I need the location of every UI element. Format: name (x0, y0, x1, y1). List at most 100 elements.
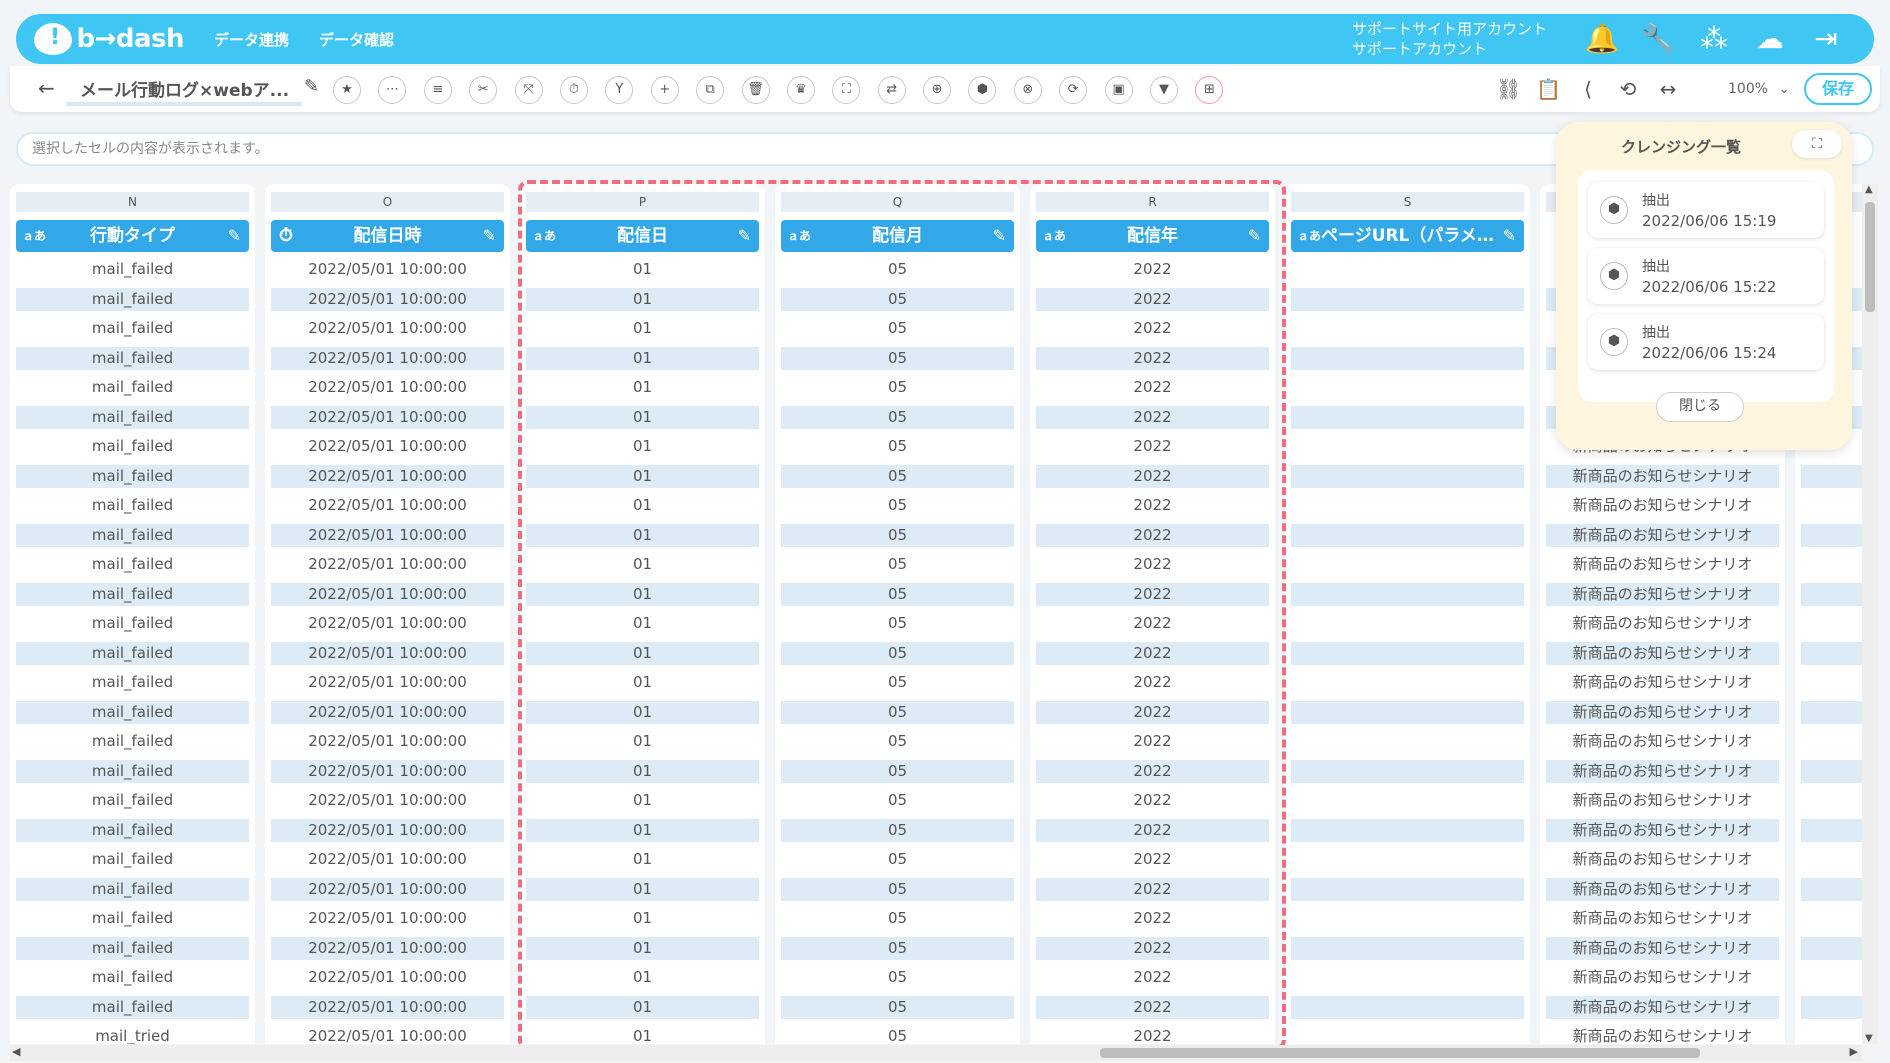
table-cell[interactable]: 05 (781, 700, 1014, 724)
table-cell[interactable]: 新商 (1801, 818, 1862, 842)
table-cell[interactable]: 05 (781, 612, 1014, 635)
table-cell[interactable]: 01 (526, 818, 759, 842)
edit-column-pencil-icon[interactable]: ✎ (1248, 220, 1261, 252)
table-cell[interactable]: 05 (781, 1025, 1014, 1044)
table-cell[interactable]: 01 (526, 346, 759, 370)
table-cell[interactable]: 新商 (1801, 523, 1862, 547)
table-cell[interactable]: 新商 (1801, 759, 1862, 783)
column-letter[interactable]: R (1036, 192, 1269, 212)
table-cell[interactable]: 新商 (1801, 789, 1862, 812)
table-cell[interactable]: 05 (781, 287, 1014, 311)
table-cell[interactable]: 01 (526, 995, 759, 1019)
column-header[interactable]: ⏱ 配信日時 ✎ (271, 220, 504, 252)
table-cell[interactable]: 2022/05/01 10:00:00 (271, 494, 504, 517)
table-cell[interactable] (1291, 700, 1524, 724)
table-cell[interactable]: 05 (781, 258, 1014, 281)
save-button[interactable]: 保存 (1804, 73, 1872, 105)
table-cell[interactable]: 新商品のお知らせシナリオ (1546, 523, 1779, 547)
frame-icon[interactable]: ▣ (1104, 76, 1133, 104)
table-cell[interactable] (1291, 848, 1524, 871)
back-arrow-icon[interactable]: ← (38, 76, 55, 100)
table-cell[interactable] (1291, 612, 1524, 635)
table-cell[interactable] (1291, 641, 1524, 665)
table-cell[interactable]: mail_failed (16, 966, 249, 989)
table-cell[interactable]: 01 (526, 700, 759, 724)
table-cell[interactable] (1291, 553, 1524, 576)
table-cell[interactable]: 新商 (1801, 848, 1862, 871)
table-cell[interactable]: 新商品のお知らせシナリオ (1546, 582, 1779, 606)
table-cell[interactable]: 2022/05/01 10:00:00 (271, 848, 504, 871)
table-cell[interactable]: mail_failed (16, 730, 249, 753)
zoom-select[interactable]: 100% ⌄ (1690, 74, 1800, 104)
table-cell[interactable]: 05 (781, 818, 1014, 842)
table-cell[interactable]: 新商 (1801, 907, 1862, 930)
more-icon[interactable]: ⋯ (378, 76, 407, 104)
table-cell[interactable]: mail_failed (16, 789, 249, 812)
table-cell[interactable]: 2022/05/01 10:00:00 (271, 759, 504, 783)
table-cell[interactable]: 2022/05/01 10:00:00 (271, 376, 504, 399)
table-cell[interactable]: 2022/05/01 10:00:00 (271, 346, 504, 370)
table-cell[interactable]: mail_failed (16, 317, 249, 340)
table-cell[interactable]: 新商 (1801, 700, 1862, 724)
favorite-star-icon[interactable]: ★ (333, 76, 361, 104)
table-cell[interactable]: 01 (526, 258, 759, 281)
table-cell[interactable] (1291, 287, 1524, 311)
table-cell[interactable]: 新商品のお知らせシナリオ (1546, 818, 1779, 842)
expand-icon[interactable]: ⛶ (1792, 130, 1842, 158)
vertical-scroll-thumb[interactable] (1865, 202, 1875, 312)
column-header[interactable]: ａあ ページURL（パラメ… ✎ (1291, 220, 1524, 252)
table-cell[interactable]: mail_failed (16, 464, 249, 488)
share-icon[interactable]: ⟨ (1576, 75, 1600, 103)
table-cell[interactable] (1291, 730, 1524, 753)
table-cell[interactable]: 2022/05/01 10:00:00 (271, 612, 504, 635)
clipboard-icon[interactable]: 📋 (1536, 75, 1561, 103)
table-cell[interactable]: 05 (781, 317, 1014, 340)
table-cell[interactable]: 01 (526, 877, 759, 901)
table-cell[interactable]: 2022 (1036, 848, 1269, 871)
table-cell[interactable] (1291, 789, 1524, 812)
logo[interactable]: b→dash (34, 23, 184, 55)
table-cell[interactable]: mail_failed (16, 346, 249, 370)
table-cell[interactable]: 新商 (1801, 464, 1862, 488)
refresh-icon[interactable]: ⟳ (1059, 76, 1088, 104)
table-cell[interactable]: 新商品のお知らせシナリオ (1546, 553, 1779, 576)
table-cell[interactable]: 05 (781, 848, 1014, 871)
table-cell[interactable] (1291, 346, 1524, 370)
column-header[interactable]: ａあ 配信月 ✎ (781, 220, 1014, 252)
column-letter[interactable]: N (16, 192, 249, 212)
table-cell[interactable] (1291, 258, 1524, 281)
table-cell[interactable]: 01 (526, 494, 759, 517)
table-cell[interactable]: mail_failed (16, 553, 249, 576)
edit-column-pencil-icon[interactable]: ✎ (1503, 220, 1516, 252)
table-cell[interactable]: 05 (781, 730, 1014, 753)
table-cell[interactable]: 05 (781, 582, 1014, 606)
timer-icon[interactable]: ⏱ (559, 76, 588, 104)
table-cell[interactable]: 01 (526, 464, 759, 488)
table-cell[interactable]: 01 (526, 966, 759, 989)
nav-data-link[interactable]: データ連携 (214, 29, 289, 50)
table-cell[interactable]: 新商品のお知らせシナリオ (1546, 700, 1779, 724)
table-cell[interactable]: 01 (526, 376, 759, 399)
table-cell[interactable] (1291, 759, 1524, 783)
table-cell[interactable]: 2022 (1036, 376, 1269, 399)
table-cell[interactable]: 05 (781, 936, 1014, 960)
column-letter[interactable]: O (271, 192, 504, 212)
table-cell[interactable]: mail_failed (16, 877, 249, 901)
table-cell[interactable]: 2022/05/01 10:00:00 (271, 464, 504, 488)
table-cell[interactable]: 2022 (1036, 464, 1269, 488)
table-cell[interactable]: mail_failed (16, 523, 249, 547)
wrench-icon[interactable]: 🔧 (1640, 21, 1676, 57)
table-cell[interactable]: 新商 (1801, 966, 1862, 989)
table-cell[interactable] (1291, 523, 1524, 547)
table-cell[interactable]: 2022 (1036, 582, 1269, 606)
table-cell[interactable]: 2022 (1036, 317, 1269, 340)
table-cell[interactable]: 2022 (1036, 759, 1269, 783)
table-cell[interactable]: mail_failed (16, 582, 249, 606)
table-cell[interactable]: 新商 (1801, 582, 1862, 606)
history-item[interactable]: ⬢ 抽出 2022/06/06 15:19 (1588, 182, 1824, 238)
swap-icon[interactable]: ⇄ (877, 76, 906, 104)
cleanse-tool-icon[interactable]: ✂ (469, 76, 498, 104)
table-cell[interactable]: 01 (526, 671, 759, 694)
table-cell[interactable] (1291, 582, 1524, 606)
apps-grid-icon[interactable]: ⁂ (1696, 21, 1732, 57)
